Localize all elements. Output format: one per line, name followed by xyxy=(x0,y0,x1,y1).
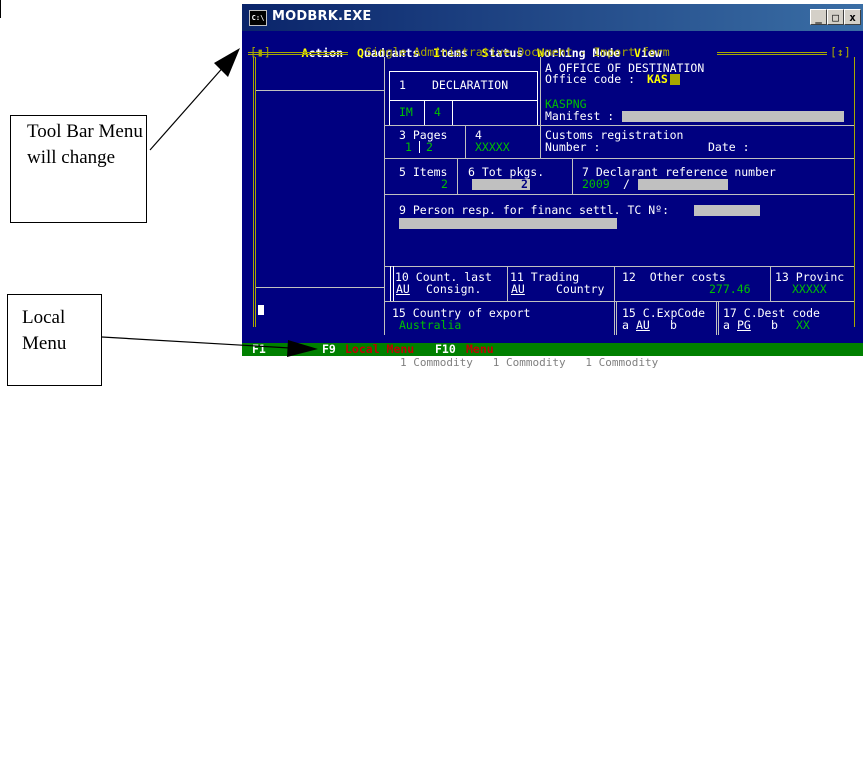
arrow-local-menu-head xyxy=(287,340,318,357)
arrows-overlay xyxy=(101,48,318,357)
arrow-local-menu xyxy=(101,336,291,349)
arrow-toolbar xyxy=(149,63,227,151)
